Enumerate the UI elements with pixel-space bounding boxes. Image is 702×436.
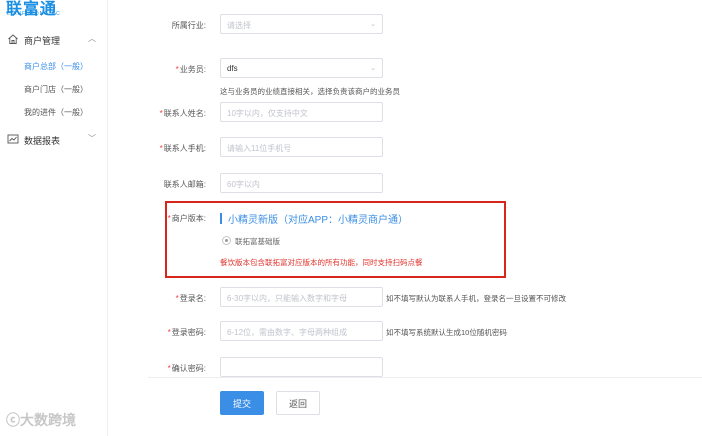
chevron-down-icon: ⌄ <box>370 65 376 72</box>
contact-phone-input[interactable]: 请输入11位手机号 <box>220 137 383 157</box>
login-password-hint: 如不填写系统默认生成10位随机密码 <box>386 328 507 337</box>
sidebar: 联富通 LIANFUTONG.CC 商户管理 ︿ 商户总部（一般） 商户门店（一… <box>0 0 108 436</box>
form-row-login-password: *登录密码: 6-12位，需由数字、字母两种组成 如不填写系统默认生成10位随机… <box>150 321 690 345</box>
form-row-contact-phone: *联系人手机: 请输入11位手机号 <box>150 137 690 161</box>
version-warning: 餐饮版本包含联拓富对应版本的所有功能，同时支持扫码点餐 <box>220 258 423 267</box>
watermark: ⓒ大数跨境 <box>6 412 76 428</box>
industry-label: 所属行业: <box>171 21 206 30</box>
form-row-contact-email: 联系人邮箱: 60字以内 <box>150 173 690 197</box>
form-row-login-name: *登录名: 6-30字以内，只能输入数字和字母 如不填写默认为联系人手机，登录名… <box>150 287 690 311</box>
form-row-salesman: *业务员: dfs ⌄ 这与业务员的业绩直接相关，选择负责该商户的业务员 <box>150 58 690 96</box>
salesman-label: *业务员: <box>175 65 206 74</box>
sidebar-item-merchant-hq[interactable]: 商户总部（一般） <box>24 61 88 72</box>
sidebar-group-label: 商户管理 <box>24 36 61 46</box>
contact-name-label: *联系人姓名: <box>159 109 206 118</box>
confirm-password-label: *确认密码: <box>167 364 206 373</box>
login-password-label: *登录密码: <box>167 328 206 337</box>
sidebar-group-data-reports[interactable]: 数据报表 ﹀ <box>0 129 108 151</box>
salesman-select[interactable]: dfs ⌄ <box>220 58 383 78</box>
contact-name-input[interactable]: 10字以内，仅支持中文 <box>220 102 383 122</box>
sidebar-group-label: 数据报表 <box>24 136 61 146</box>
accent-bar <box>220 213 222 224</box>
login-name-label: *登录名: <box>175 294 206 303</box>
chevron-down-icon: ﹀ <box>88 134 96 143</box>
watermark-logo-icon: ⓒ <box>6 412 20 428</box>
version-title: 小精灵新版（对应APP：小精灵商户通） <box>220 211 408 226</box>
form-row-industry: 所属行业: 请选择 ⌄ <box>150 14 690 38</box>
chart-icon <box>7 134 19 144</box>
merchant-version-label: *商户版本: <box>167 214 206 223</box>
home-icon <box>8 34 18 44</box>
back-button[interactable]: 返回 <box>276 391 320 415</box>
contact-email-input[interactable]: 60字以内 <box>220 173 383 193</box>
sidebar-item-merchant-store[interactable]: 商户门店（一般） <box>24 84 88 95</box>
sidebar-group-merchant-management[interactable]: 商户管理 ︿ <box>0 29 108 51</box>
salesman-hint: 这与业务员的业绩直接相关，选择负责该商户的业务员 <box>220 87 400 96</box>
chevron-up-icon: ︿ <box>88 34 96 43</box>
contact-phone-label: *联系人手机: <box>159 144 206 153</box>
divider <box>148 377 702 378</box>
login-name-input[interactable]: 6-30字以内，只能输入数字和字母 <box>220 287 383 307</box>
chevron-down-icon: ⌄ <box>370 21 376 28</box>
submit-button[interactable]: 提交 <box>220 391 264 415</box>
version-option-label[interactable]: 联拓富基础版 <box>235 236 280 247</box>
industry-select[interactable]: 请选择 ⌄ <box>220 14 383 34</box>
brand-subtitle: LIANFUTONG.CC <box>7 11 61 17</box>
login-password-input[interactable]: 6-12位，需由数字、字母两种组成 <box>220 321 383 341</box>
confirm-password-input[interactable] <box>220 357 383 377</box>
brand-logo[interactable]: 联富通 LIANFUTONG.CC <box>6 0 76 20</box>
login-name-hint: 如不填写默认为联系人手机，登录名一旦设置不可修改 <box>386 294 566 303</box>
contact-email-label: 联系人邮箱: <box>163 180 206 189</box>
sidebar-item-my-applications[interactable]: 我的进件（一般） <box>24 107 88 118</box>
form-row-contact-name: *联系人姓名: 10字以内，仅支持中文 <box>150 102 690 126</box>
version-radio[interactable] <box>222 236 231 245</box>
